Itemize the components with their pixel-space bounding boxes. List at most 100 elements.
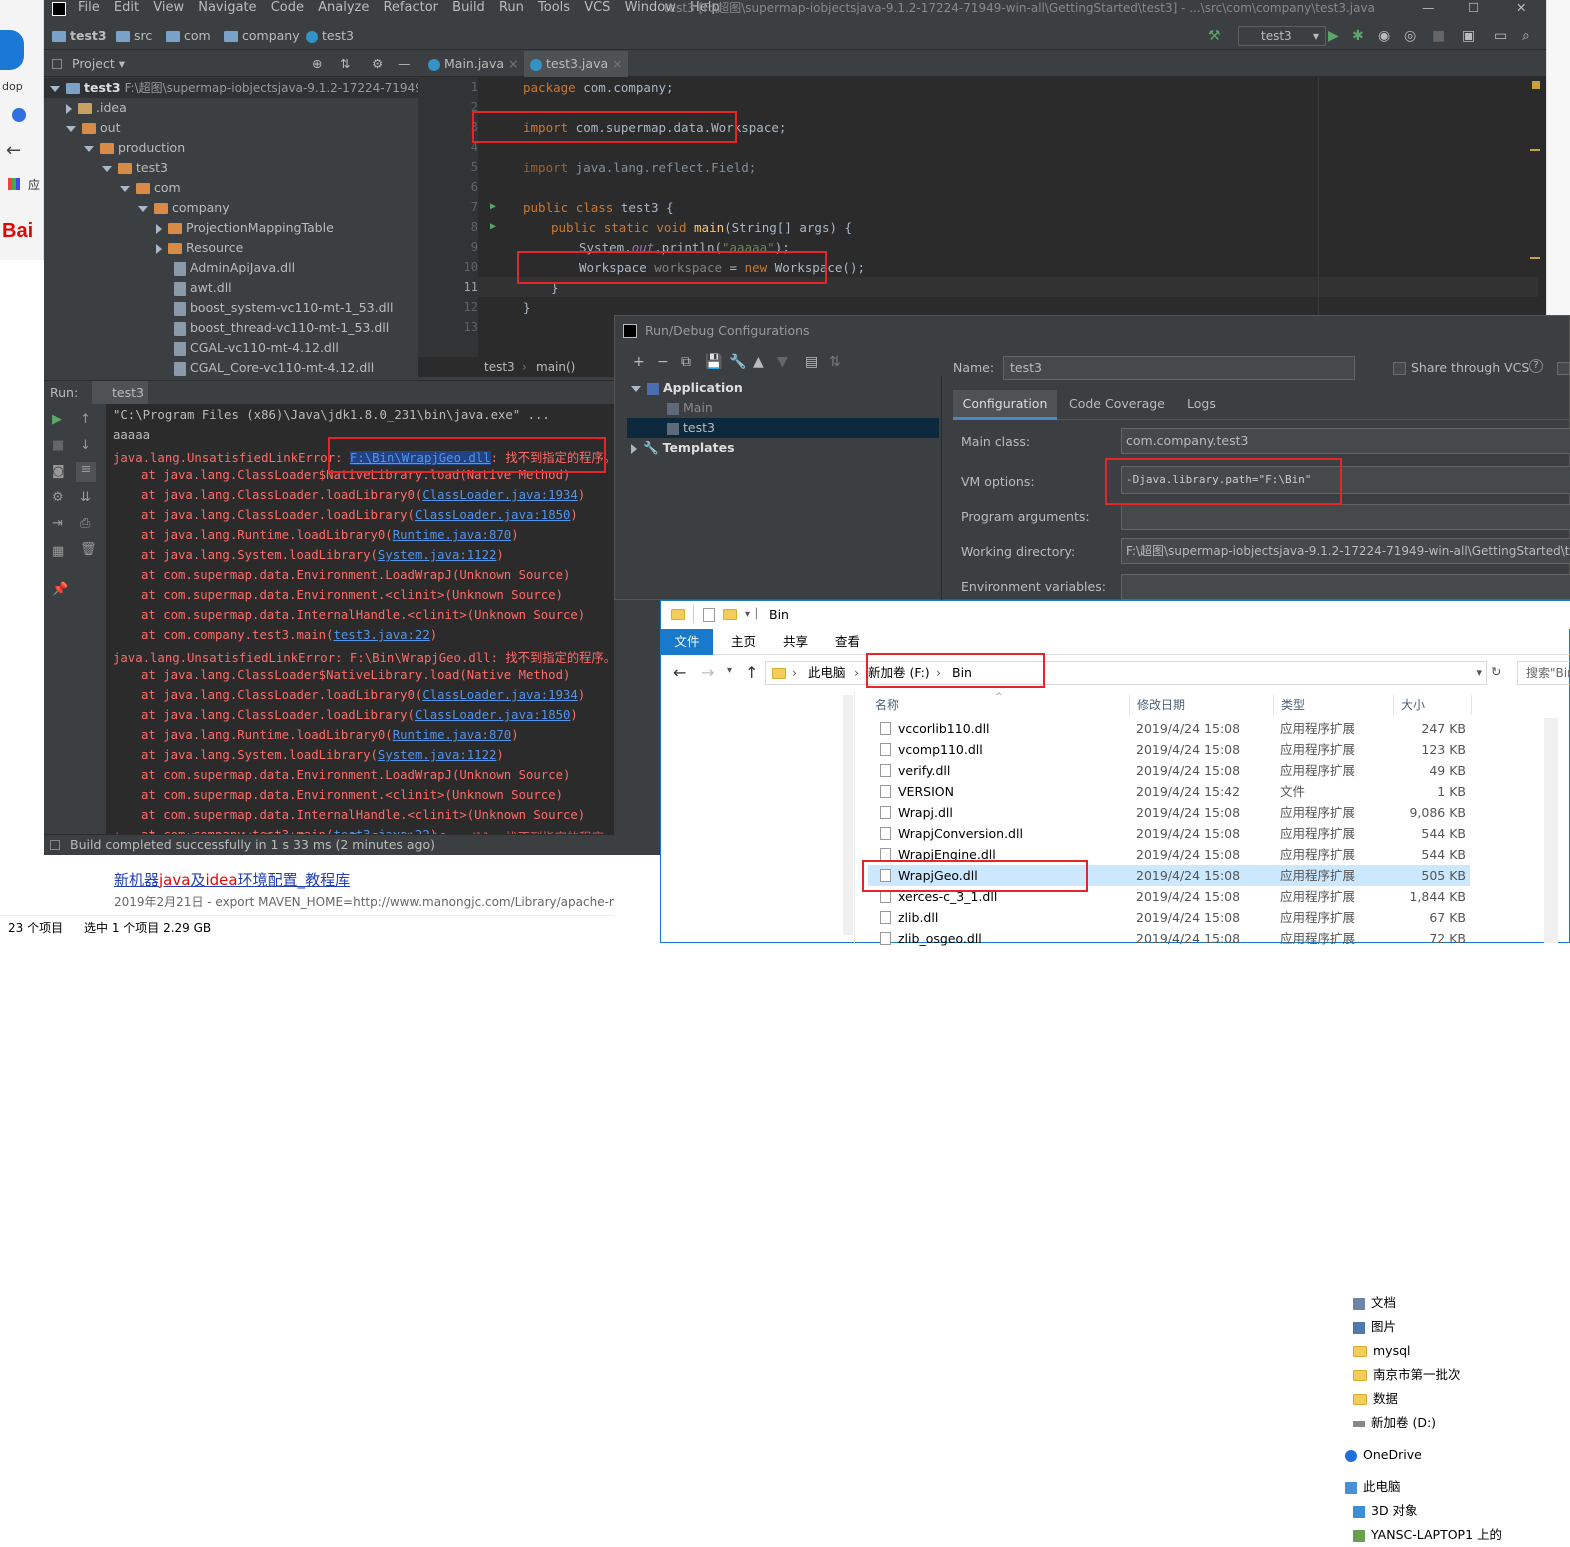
down-arrow-icon[interactable]: ↓	[80, 438, 91, 453]
file-row[interactable]: verify.dll 2019/4/24 15:08 应用程序扩展 49 KB	[868, 760, 1470, 781]
coverage-icon[interactable]: ◉	[1378, 22, 1390, 50]
run-icon[interactable]: ▶	[1328, 22, 1339, 50]
main-class-input[interactable]: com.company.test3	[1121, 428, 1570, 454]
ribbon-home[interactable]: 主页	[731, 629, 756, 655]
menu-run[interactable]: Run	[499, 0, 524, 15]
name-input[interactable]: test3	[1003, 356, 1355, 380]
tree-item-dll[interactable]: CGAL_Core-vc110-mt-4.12.dll	[174, 358, 374, 376]
tree-item-com[interactable]: com	[120, 178, 181, 198]
file-row[interactable]: Wrapj.dll 2019/4/24 15:08 应用程序扩展 9,086 KB	[868, 802, 1470, 823]
source-link[interactable]: System.java:1122	[378, 548, 496, 562]
run-gutter-icon[interactable]: ▶	[490, 201, 496, 212]
source-link[interactable]: Runtime.java:870	[393, 728, 511, 742]
search-result-link[interactable]: 新机器java及idea环境配置_教程库	[114, 869, 350, 890]
forward-icon[interactable]: →	[701, 663, 714, 682]
tree-main[interactable]: Main	[667, 398, 713, 418]
menu-view[interactable]: View	[153, 0, 184, 15]
up-icon[interactable]: ↑	[745, 663, 758, 682]
profile-icon[interactable]: ◎	[1404, 22, 1416, 50]
tree-item-dll[interactable]: awt.dll	[174, 278, 232, 298]
file-row[interactable]: WrapjConversion.dll 2019/4/24 15:08 应用程序扩展…	[868, 823, 1470, 844]
nav-nanjing[interactable]: 南京市第一批次	[1353, 1363, 1461, 1387]
share-vcs-checkbox[interactable]	[1393, 362, 1406, 375]
tree-item-dll[interactable]: boost_system-vc110-mt-1_53.dll	[174, 298, 393, 318]
menu-build[interactable]: Build	[452, 0, 485, 15]
status-toggle-icon[interactable]	[50, 840, 60, 850]
layout-icon[interactable]: ▦	[52, 544, 64, 559]
rerun-icon[interactable]: ▶	[52, 412, 62, 427]
breadcrumb-class[interactable]: test3	[322, 28, 354, 43]
locate-icon[interactable]: ⊕	[312, 51, 322, 77]
sort-icon[interactable]: ⇅	[829, 354, 841, 370]
camera-icon[interactable]: ◙	[52, 464, 65, 479]
tab-configuration[interactable]: Configuration	[953, 390, 1057, 420]
tree-root[interactable]: test3 F:\超图\supermap-iobjectsjava-9.1.2-…	[50, 78, 418, 98]
tree-item-company[interactable]: company	[138, 198, 230, 218]
back-arrow-icon[interactable]: ←	[6, 140, 21, 161]
hide-panel-icon[interactable]: —	[398, 51, 411, 77]
settings-icon[interactable]: ⚙	[52, 490, 64, 505]
stop-icon[interactable]: ■	[52, 438, 64, 453]
working-dir-input[interactable]: F:\超图\supermap-iobjectsjava-9.1.2-17224-…	[1121, 538, 1570, 564]
tree-item-dll[interactable]: AdminApiJava.dll	[174, 258, 295, 278]
tree-application[interactable]: Application	[631, 378, 743, 398]
remove-icon[interactable]: −	[657, 354, 669, 370]
source-link[interactable]: System.java:1122	[378, 748, 496, 762]
move-down-icon[interactable]: ▼	[777, 354, 788, 370]
file-row[interactable]: zlib_osgeo.dll 2019/4/24 15:08 应用程序扩展 72 KB	[868, 928, 1470, 949]
source-link[interactable]: ClassLoader.java:1934	[422, 488, 577, 502]
pin-icon[interactable]: 📌	[52, 582, 68, 597]
wrench-icon[interactable]: 🔧	[729, 354, 746, 370]
close-icon[interactable]: ✕	[1516, 0, 1526, 16]
breadcrumb-com[interactable]: com	[184, 28, 211, 43]
move-up-icon[interactable]: ▲	[753, 354, 764, 370]
file-list-scrollbar[interactable]	[1544, 718, 1558, 943]
up-arrow-icon[interactable]: ↑	[80, 412, 91, 427]
run-gutter-icon[interactable]: ▶	[490, 221, 496, 232]
scroll-end-icon[interactable]: ⇊	[80, 490, 91, 505]
program-args-input[interactable]	[1121, 504, 1570, 530]
menu-file[interactable]: File	[78, 0, 100, 15]
new-folder-icon[interactable]	[723, 609, 737, 620]
ribbon-view[interactable]: 查看	[835, 629, 860, 655]
tree-item-idea[interactable]: .idea	[66, 98, 127, 118]
env-vars-input[interactable]	[1121, 574, 1570, 600]
nav-3d-objects[interactable]: 3D 对象	[1353, 1499, 1418, 1523]
tab-test3-java[interactable]: test3.java ×	[524, 51, 628, 80]
recent-icon[interactable]: ▾	[727, 665, 732, 676]
trash-icon[interactable]: 🗑	[80, 542, 97, 557]
project-view-select[interactable]: Project ▾	[72, 51, 125, 77]
tree-templates[interactable]: 🔧 Templates	[631, 438, 735, 458]
help-icon[interactable]: ?	[1529, 359, 1543, 373]
source-link[interactable]: ClassLoader.java:1934	[422, 688, 577, 702]
code-breadcrumb-method[interactable]: main()	[536, 357, 575, 377]
properties-icon[interactable]	[703, 608, 715, 622]
source-link[interactable]: Runtime.java:870	[393, 528, 511, 542]
wrap-icon[interactable]: ≡	[76, 462, 96, 482]
col-type[interactable]: 类型	[1281, 693, 1305, 717]
menu-edit[interactable]: Edit	[114, 0, 139, 15]
folder-icon[interactable]: ▤	[805, 354, 818, 370]
breadcrumb-src[interactable]: src	[134, 28, 152, 43]
tree-item-resource[interactable]: Resource	[156, 238, 243, 258]
debug-icon[interactable]: ✱	[1352, 22, 1364, 50]
nav-documents[interactable]: 文档	[1353, 1291, 1396, 1315]
nav-pictures[interactable]: 图片	[1353, 1315, 1396, 1339]
ribbon-file[interactable]: 文件	[661, 629, 713, 655]
project-structure-icon[interactable]: ▣	[1462, 22, 1475, 50]
menu-refactor[interactable]: Refactor	[383, 0, 438, 15]
col-size[interactable]: 大小	[1401, 693, 1425, 717]
refresh-icon[interactable]: ↻	[1491, 664, 1501, 679]
nav-this-pc[interactable]: 此电脑	[1345, 1475, 1401, 1499]
stop-icon[interactable]: ■	[1432, 22, 1445, 50]
menu-vcs[interactable]: VCS	[584, 0, 610, 15]
path-this-pc[interactable]: 此电脑	[808, 662, 846, 684]
file-row[interactable]: vccorlib110.dll 2019/4/24 15:08 应用程序扩展 247 …	[868, 718, 1470, 739]
col-date[interactable]: 修改日期	[1137, 693, 1185, 717]
tree-test3[interactable]: test3	[627, 418, 939, 438]
run-tab[interactable]: test3	[92, 381, 148, 405]
menu-tools[interactable]: Tools	[538, 0, 570, 15]
tree-item-dll[interactable]: boost_thread-vc110-mt-1_53.dll	[174, 318, 389, 338]
tree-item-dll[interactable]: CGAL-vc110-mt-4.12.dll	[174, 338, 339, 358]
maximize-icon[interactable]: ☐	[1468, 0, 1479, 16]
